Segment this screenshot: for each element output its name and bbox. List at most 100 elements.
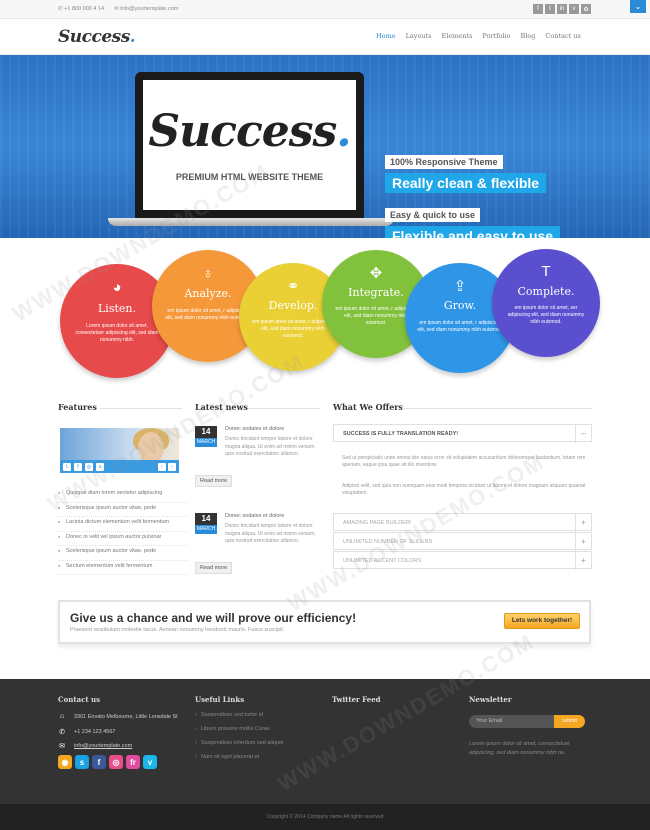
laptop-image: Success. PREMIUM HTML WEBSITE THEME — [135, 72, 364, 218]
footer-links-list: Suspendisse sed tortor idLibero posuere … — [195, 712, 284, 768]
footer-email[interactable]: ✉ info@yourtemplate.com — [58, 742, 132, 750]
chevron-right-icon[interactable]: › — [168, 462, 176, 471]
news-title[interactable]: Donec sodales et dolore — [225, 513, 284, 519]
flickr-icon[interactable]: fr — [126, 755, 140, 769]
logo-text[interactable]: Success — [58, 27, 130, 47]
news-title: Latest news — [195, 402, 248, 412]
laptop-base — [108, 218, 394, 226]
list-item: Scelerisque ipsum auctor vitae, pede — [58, 546, 188, 561]
footer-contact-title: Contact us — [58, 695, 101, 704]
collapse-icon[interactable]: – — [575, 425, 591, 443]
read-more-button[interactable]: Read more — [195, 562, 233, 574]
footer-newsletter-title: Newsletter — [469, 695, 512, 704]
accordion-label[interactable]: UNLIMITED ACCENT COLORS — [343, 558, 421, 564]
site-logo[interactable]: Success. — [58, 27, 136, 47]
top-contact: ✆ +1 800 000 4 14 ✉ info@yourtemplate.co… — [58, 6, 178, 12]
newsletter-text: Lorem ipsum dolor sit amet, consectetuer… — [469, 741, 570, 756]
list-item: Quisque diam lorem sectetur adipiscing — [58, 488, 188, 503]
dribbble-icon[interactable]: ◎ — [109, 755, 123, 769]
newsletter-submit-button[interactable]: submit — [554, 715, 585, 728]
skype-icon[interactable]: s — [96, 462, 104, 471]
expand-icon[interactable]: + — [575, 552, 591, 570]
nav-item-portfolio[interactable]: Portfolio — [477, 32, 515, 40]
accordion-item[interactable]: UNLIMITED ACCENT COLORS + — [333, 551, 592, 570]
slider-arrows: ‹ › — [158, 462, 176, 471]
facebook-icon[interactable]: f — [92, 755, 106, 769]
home-icon: ⌂ — [59, 713, 65, 720]
nav-item-layouts[interactable]: Layouts — [401, 32, 437, 40]
phone-icon: ✆ — [59, 729, 65, 736]
footer-address: ⌂ 3301 Envato Melbourne, Little Lonsdale … — [58, 713, 178, 720]
accordion-body-2: Adipisci velit, sed quia non numquam eiu… — [342, 483, 586, 496]
text-icon: T — [541, 263, 551, 281]
footer-link[interactable]: Suspendisse sed tortor id — [195, 712, 284, 726]
list-item: Scelerisque ipsum auctor vitae, pede — [58, 503, 188, 517]
accordion-item[interactable]: UNLIMITED NUMBER OF SLIDERS + — [333, 532, 592, 551]
cta-subtitle: Praesent vestibulum molestie lacus. Aene… — [70, 627, 285, 633]
accordion-label[interactable]: AMAZING PAGE BUILDER! — [343, 520, 411, 526]
footer-address-text: 3301 Envato Melbourne, Little Lonsdale S… — [74, 713, 178, 720]
footer-phone: ✆ +1 234 123 4567 — [58, 728, 115, 736]
circle-text: em ipsum dolor sit amet, r adipiscing el… — [417, 320, 503, 334]
rss-icon[interactable]: ◉ — [58, 755, 72, 769]
laptop-subtitle: PREMIUM HTML WEBSITE THEME — [175, 172, 324, 182]
circle-text: em ipsum dolor sit amet, r adipiscing el… — [252, 319, 334, 340]
expand-icon[interactable]: + — [575, 514, 591, 532]
accordion-label[interactable]: UNLIMITED NUMBER OF SLIDERS — [343, 539, 432, 545]
news-body: Donec tincidunt tempor labore et dolore … — [225, 436, 316, 457]
twitter-icon[interactable]: t — [545, 4, 555, 14]
news-day: 14 — [195, 426, 217, 438]
copyright: Copyright © 2014 Company name All rights… — [0, 804, 650, 830]
linkedin-icon[interactable]: in — [557, 4, 567, 14]
news-rule — [248, 408, 320, 409]
offers-rule — [402, 408, 592, 409]
nav-item-contact-us[interactable]: Contact us — [540, 32, 585, 40]
accordion-header[interactable]: UNLIMITED NUMBER OF SLIDERS + — [334, 533, 591, 551]
facebook-icon[interactable]: f — [74, 462, 82, 471]
dribbble-icon[interactable]: ◎ — [85, 462, 93, 471]
nav-item-elements[interactable]: Elements — [437, 32, 478, 40]
news-date: 14 MARCH — [195, 426, 217, 447]
top-social-icons: f t in v ✿ — [533, 4, 591, 14]
hero-tag-2-big: Flexible and easy to use — [385, 226, 561, 238]
features-list: Quisque diam lorem sectetur adipiscingSc… — [58, 488, 188, 575]
panel-toggle-icon[interactable]: ⌄ — [630, 0, 646, 13]
circle-text: em ipsum dolor sit amet, ser adipiscing … — [507, 305, 585, 326]
hero-banner: Success. PREMIUM HTML WEBSITE THEME 100%… — [0, 55, 650, 238]
circle-text: Lorem ipsum dolor sit amet, consectetuer… — [75, 323, 159, 344]
flickr-icon[interactable]: ✿ — [581, 4, 591, 14]
accordion-item-open[interactable]: SUCCESS IS FULLY TRANSLATION READY! – — [333, 424, 592, 443]
vimeo-icon[interactable]: v — [569, 4, 579, 14]
read-more-button[interactable]: Read more — [195, 475, 233, 487]
accordion-open-label[interactable]: SUCCESS IS FULLY TRANSLATION READY! — [343, 431, 458, 437]
newsletter-email-input[interactable]: Your Email — [469, 715, 557, 728]
skype-icon[interactable]: s — [75, 755, 89, 769]
facebook-icon[interactable]: f — [533, 4, 543, 14]
accordion-body-1: Sed ut perspiciatis unde omnis iste natu… — [342, 455, 586, 468]
footer-social-icons: ◉ s f ◎ fr v — [58, 755, 157, 769]
accordion-header[interactable]: AMAZING PAGE BUILDER! + — [334, 514, 591, 532]
mail-icon: ✉ — [59, 743, 65, 750]
top-email[interactable]: ✉ info@yourtemplate.com — [114, 6, 178, 12]
twitter-icon[interactable]: t — [63, 462, 71, 471]
cta-button[interactable]: Lets work together! — [504, 613, 580, 629]
footer-link[interactable]: Nam sit eget placerat et — [195, 754, 284, 768]
footer-links-title: Useful Links — [195, 695, 245, 704]
footer-email-text[interactable]: info@yourtemplate.com — [74, 743, 132, 749]
vimeo-icon[interactable]: v — [143, 755, 157, 769]
nav-item-blog[interactable]: Blog — [515, 32, 540, 40]
accordion-item[interactable]: AMAZING PAGE BUILDER! + — [333, 513, 592, 532]
footer-link[interactable]: Suspendisse interdum sed aliquet — [195, 740, 284, 754]
features-slider-bar: t f ◎ s ‹ › — [60, 460, 179, 473]
news-month: MARCH — [195, 438, 217, 447]
hero-tag-1-small: 100% Responsive Theme — [385, 155, 503, 169]
circle-complete: T Complete. em ipsum dolor sit amet, ser a… — [492, 249, 600, 357]
cta-title: Give us a chance and we will prove our e… — [70, 611, 357, 625]
footer-link[interactable]: Libero posuere mollis Curae — [195, 726, 284, 740]
expand-icon[interactable]: + — [575, 533, 591, 551]
news-title[interactable]: Donec sodales et dolore — [225, 426, 284, 432]
accordion-header[interactable]: UNLIMITED ACCENT COLORS + — [334, 552, 591, 570]
nav-item-home[interactable]: Home — [371, 32, 401, 40]
top-email-text[interactable]: info@yourtemplate.com — [120, 6, 178, 12]
chevron-left-icon[interactable]: ‹ — [158, 462, 166, 471]
